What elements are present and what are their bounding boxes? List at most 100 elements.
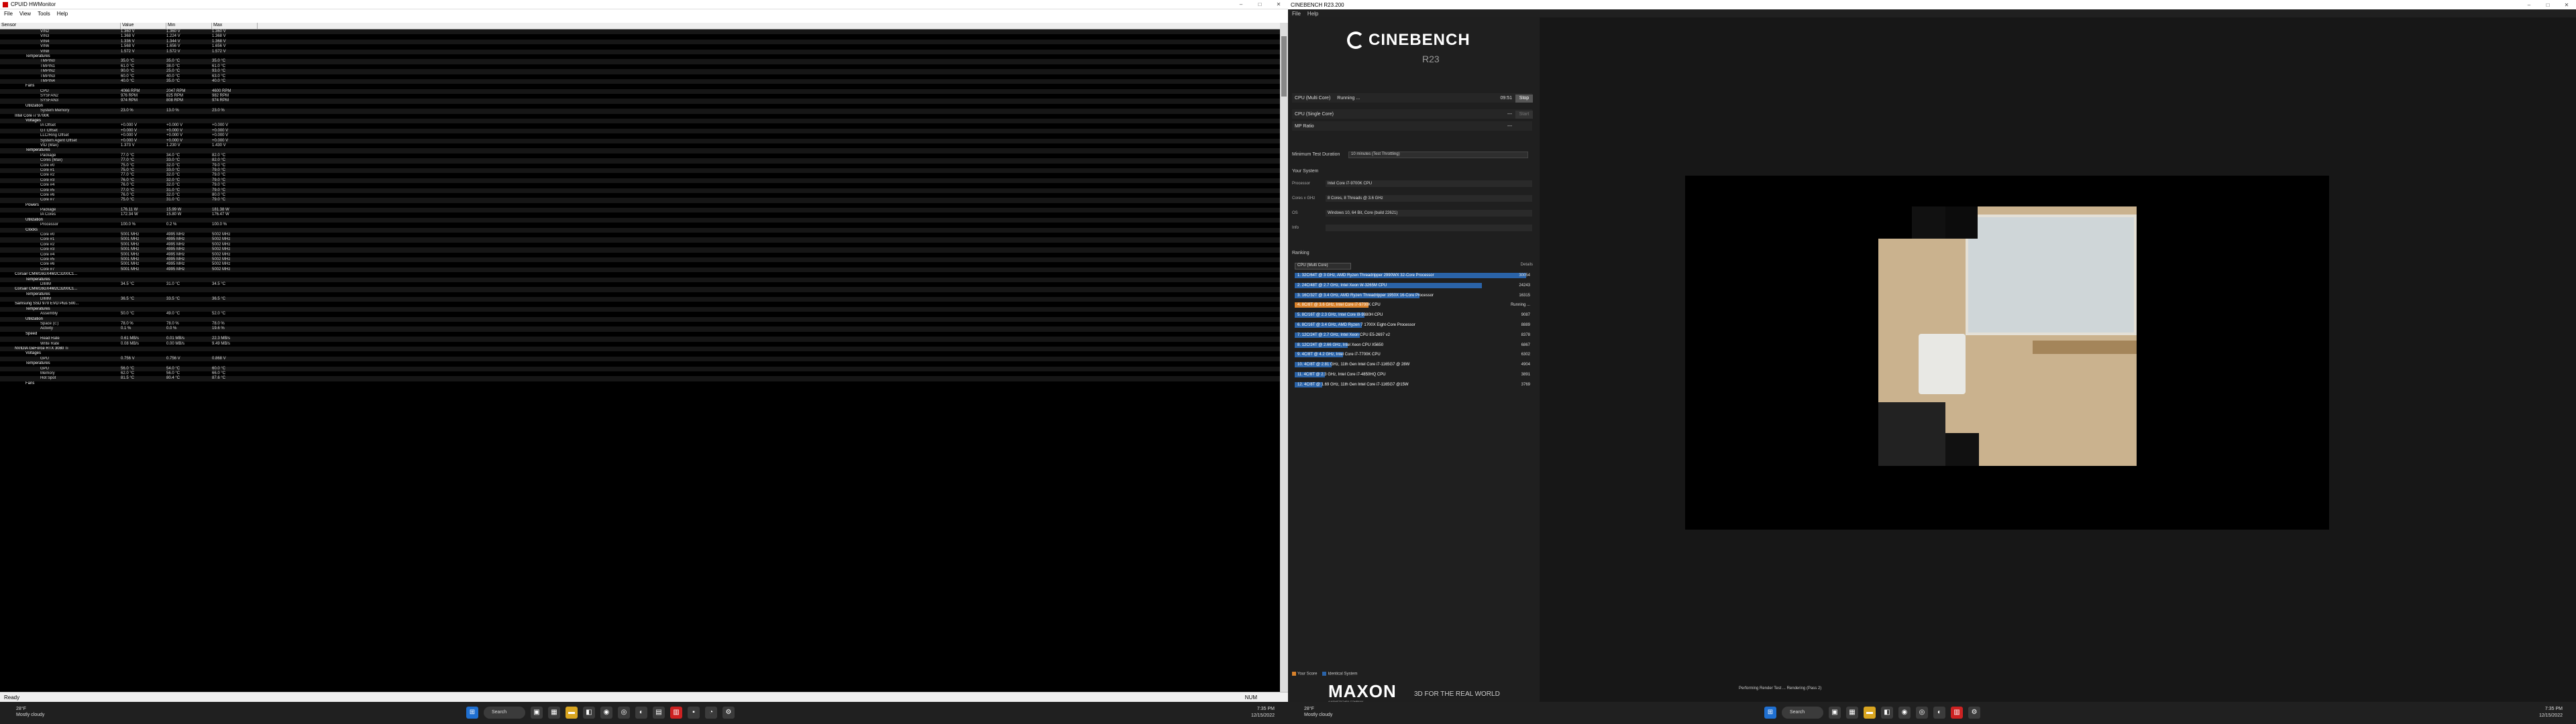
min-duration-select[interactable]: 10 minutes (Test Throttling) xyxy=(1348,152,1528,158)
store-icon[interactable]: ◧ xyxy=(1881,707,1893,719)
steam-icon[interactable]: ◎ xyxy=(618,707,630,719)
sensor-table[interactable]: Sensor Value Min Max VIN2 1.360 V 1.360 V1… xyxy=(0,23,1280,692)
sensor-row[interactable]: TMPIN0 35.0 °C 35.0 °C 35.0 °C xyxy=(0,59,1280,64)
sensor-row[interactable]: Core #5 77.0 °C 31.0 °C 79.0 °C xyxy=(0,188,1280,193)
discord-icon[interactable]: ◐ xyxy=(1933,707,1945,719)
sensor-row[interactable]: Clocks xyxy=(0,227,1280,233)
sensor-row[interactable]: VID (Max) 1.373 V 1.230 V 1.430 V xyxy=(0,143,1280,148)
minimize-icon[interactable]: – xyxy=(1232,1,1250,7)
ranking-item[interactable]: 8. 12C/24T @ 2.66 GHz, Intel Xeon CPU X5… xyxy=(1295,342,1533,349)
ranking-item[interactable]: 9. 4C/8T @ 4.2 GHz, Intel Core i7-7700K … xyxy=(1295,351,1533,358)
settings-icon[interactable]: ⚙ xyxy=(1968,707,1980,719)
system-value[interactable] xyxy=(1326,225,1532,231)
sensor-row[interactable]: Utilization xyxy=(0,217,1280,223)
hwmonitor-icon[interactable]: ▥ xyxy=(670,707,682,719)
sensor-row[interactable]: Core #3 5001 MHz 4995 MHz 5002 MHz xyxy=(0,247,1280,253)
sensor-row[interactable]: TMPIN3 60.0 °C 40.0 °C 63.0 °C xyxy=(0,74,1280,79)
sensor-row[interactable]: NVIDIA GeForce RTX 3080 Ti xyxy=(0,347,1280,352)
sensor-row[interactable]: Voltages xyxy=(0,119,1280,124)
sensor-row[interactable]: Hot Spot 81.5 °C 80.4 °C 87.6 °C xyxy=(0,376,1280,381)
sensor-row[interactable]: Corsair CMW16GX4M2C3200C1... xyxy=(0,287,1280,292)
sensor-row[interactable]: VIN4 1.336 V 1.344 V 1.368 V xyxy=(0,39,1280,45)
sensor-row[interactable]: Processor 100.0 % 0.2 % 100.0 % xyxy=(0,223,1280,227)
file-explorer-icon[interactable]: ▬ xyxy=(1864,707,1876,719)
sensor-row[interactable]: TMPIN1 61.0 °C 38.0 °C 61.0 °C xyxy=(0,64,1280,69)
settings-icon[interactable]: ⚙ xyxy=(722,707,735,719)
ranking-item[interactable]: 1. 32C/64T @ 3 GHz, AMD Ryzen Threadripp… xyxy=(1295,272,1533,279)
sensor-row[interactable]: Corsair CMW16GX4M2C3200C1... xyxy=(0,272,1280,277)
sensor-row[interactable]: Activity 0.1 % 0.0 % 19.6 % xyxy=(0,326,1280,332)
steam-icon[interactable]: ◎ xyxy=(1916,707,1928,719)
sensor-row[interactable]: Core #6 76.0 °C 32.0 °C 80.0 °C xyxy=(0,193,1280,198)
sensor-row[interactable]: Core #3 76.0 °C 32.0 °C 79.0 °C xyxy=(0,178,1280,184)
sensor-row[interactable]: Package 77.0 °C 34.0 °C 82.0 °C xyxy=(0,154,1280,158)
sensor-row[interactable]: VIN8 1.572 V 1.572 V 1.572 V xyxy=(0,49,1280,54)
sensor-row[interactable]: CPU 4066 RPM 2047 RPM 4600 RPM xyxy=(0,88,1280,95)
store-icon[interactable]: ◧ xyxy=(583,707,595,719)
sensor-row[interactable]: IA Cores 172.34 W 15.80 W 176.47 W xyxy=(0,213,1280,217)
chrome-icon[interactable]: ◉ xyxy=(1898,707,1911,719)
sensor-row[interactable]: Core #4 5001 MHz 4995 MHz 5002 MHz xyxy=(0,253,1280,257)
sensor-row[interactable]: DIMM 36.5 °C 33.5 °C 36.5 °C xyxy=(0,297,1280,302)
sensor-row[interactable]: Voltages xyxy=(0,351,1280,356)
sensor-row[interactable]: System Memory 23.0 % 13.0 % 23.0 % xyxy=(0,109,1280,114)
close-icon[interactable]: ✕ xyxy=(1269,1,1288,7)
menu-file[interactable]: File xyxy=(1292,11,1301,17)
details-button[interactable]: Details xyxy=(1521,263,1533,267)
column-value[interactable]: Value xyxy=(121,23,166,29)
column-sensor[interactable]: Sensor xyxy=(0,23,121,29)
column-max[interactable]: Max xyxy=(212,23,258,29)
widgets-icon[interactable]: ▦ xyxy=(1846,707,1858,719)
sensor-row[interactable]: VIN2 1.360 V 1.360 V 1.360 V xyxy=(0,29,1280,35)
sensor-row[interactable]: Core #0 5001 MHz 4995 MHz 5002 MHz xyxy=(0,233,1280,237)
sensor-row[interactable]: Core #2 5001 MHz 4995 MHz 5002 MHz xyxy=(0,243,1280,247)
sensor-row[interactable]: Temperatures xyxy=(0,361,1280,366)
sensor-row[interactable]: Memory 62.0 °C 56.0 °C 66.0 °C xyxy=(0,371,1280,376)
ranking-item[interactable]: 12. 4C/8T @ 1.69 GHz, 11th Gen Intel Cor… xyxy=(1295,381,1533,388)
sensor-row[interactable]: Speed xyxy=(0,332,1280,337)
search-box[interactable]: Search xyxy=(1782,707,1823,719)
widgets-icon[interactable]: ▦ xyxy=(548,707,560,719)
sensor-row[interactable]: Package 176.11 W 15.99 W 181.38 W xyxy=(0,208,1280,213)
sensor-row[interactable]: Utilization xyxy=(0,104,1280,109)
cinebench-icon[interactable]: ◔ xyxy=(705,707,717,719)
menu-help[interactable]: Help xyxy=(1307,11,1318,17)
ranking-item[interactable]: 6. 8C/16T @ 3.4 GHz, AMD Ryzen 7 1700X E… xyxy=(1295,322,1533,328)
ranking-item[interactable]: 4. 8C/8T @ 3.6 GHz, Intel Core i7-9700K … xyxy=(1295,302,1533,308)
chrome-icon[interactable]: ◉ xyxy=(600,707,612,719)
sensor-row[interactable]: Core #0 75.0 °C 32.0 °C 79.0 °C xyxy=(0,164,1280,168)
sensor-row[interactable]: Fans xyxy=(0,84,1280,88)
file-explorer-icon[interactable]: ▬ xyxy=(566,707,578,719)
sensor-row[interactable]: Fans xyxy=(0,381,1280,386)
sensor-row[interactable]: TMPIN4 40.0 °C 35.0 °C 40.0 °C xyxy=(0,78,1280,84)
menu-tools[interactable]: Tools xyxy=(38,11,50,17)
ranking-item[interactable]: 3. 16C/32T @ 3.4 GHz, AMD Ryzen Threadri… xyxy=(1295,292,1533,299)
ranking-select[interactable]: CPU (Multi Core) xyxy=(1295,263,1351,269)
sensor-row[interactable]: Utilization xyxy=(0,316,1280,322)
discord-icon[interactable]: ◐ xyxy=(635,707,647,719)
sensor-row[interactable]: Temperatures xyxy=(0,148,1280,154)
sensor-row[interactable]: Core #7 75.0 °C 31.0 °C 79.0 °C xyxy=(0,198,1280,203)
menu-view[interactable]: View xyxy=(19,11,31,17)
ranking-item[interactable]: 11. 4C/8T @ 2.3 GHz, Intel Core i7-4850H… xyxy=(1295,371,1533,378)
ranking-item[interactable]: 10. 4C/8T @ 2.81 GHz, 11th Gen Intel Cor… xyxy=(1295,361,1533,368)
weather-widget[interactable]: 28°F Mostly cloudy xyxy=(16,706,44,718)
sensor-row[interactable]: Temperatures xyxy=(0,277,1280,282)
maximize-icon[interactable]: □ xyxy=(2538,2,2557,8)
sensor-row[interactable]: Space (c:) 78.0 % 78.0 % 78.0 % xyxy=(0,322,1280,326)
sensor-row[interactable]: Cores (Max) 77.0 °C 33.0 °C 82.0 °C xyxy=(0,158,1280,164)
task-view-icon[interactable]: ▣ xyxy=(1829,707,1841,719)
task-view-icon[interactable]: ▣ xyxy=(531,707,543,719)
weather-widget[interactable]: 28°F Mostly cloudy xyxy=(1304,706,1332,718)
sensor-row[interactable]: Write Rate 0.08 MB/s 0.00 MB/s 9.49 MB/s xyxy=(0,342,1280,347)
clock[interactable]: 7:35 PM 12/15/2022 xyxy=(2539,706,2563,719)
sensor-row[interactable]: IA Offset +0.000 V +0.000 V +0.000 V xyxy=(0,123,1280,128)
sensor-row[interactable]: Read Rate 0.61 MB/s 0.01 MB/s 22.3 MB/s xyxy=(0,337,1280,342)
sensor-row[interactable]: Core #6 5001 MHz 4995 MHz 5002 MHz xyxy=(0,262,1280,267)
ranking-item[interactable]: 7. 12C/24T @ 2.7 GHz, Intel Xeon CPU E5-… xyxy=(1295,332,1533,339)
search-box[interactable]: Search xyxy=(484,707,525,719)
sensor-row[interactable]: Core #5 5001 MHz 4995 MHz 5002 MHz xyxy=(0,257,1280,263)
ranking-item[interactable]: 5. 8C/16T @ 2.3 GHz, Intel Core i9-9880H… xyxy=(1295,312,1533,318)
sensor-row[interactable]: Temperatures xyxy=(0,292,1280,297)
menu-file[interactable]: File xyxy=(4,11,13,17)
